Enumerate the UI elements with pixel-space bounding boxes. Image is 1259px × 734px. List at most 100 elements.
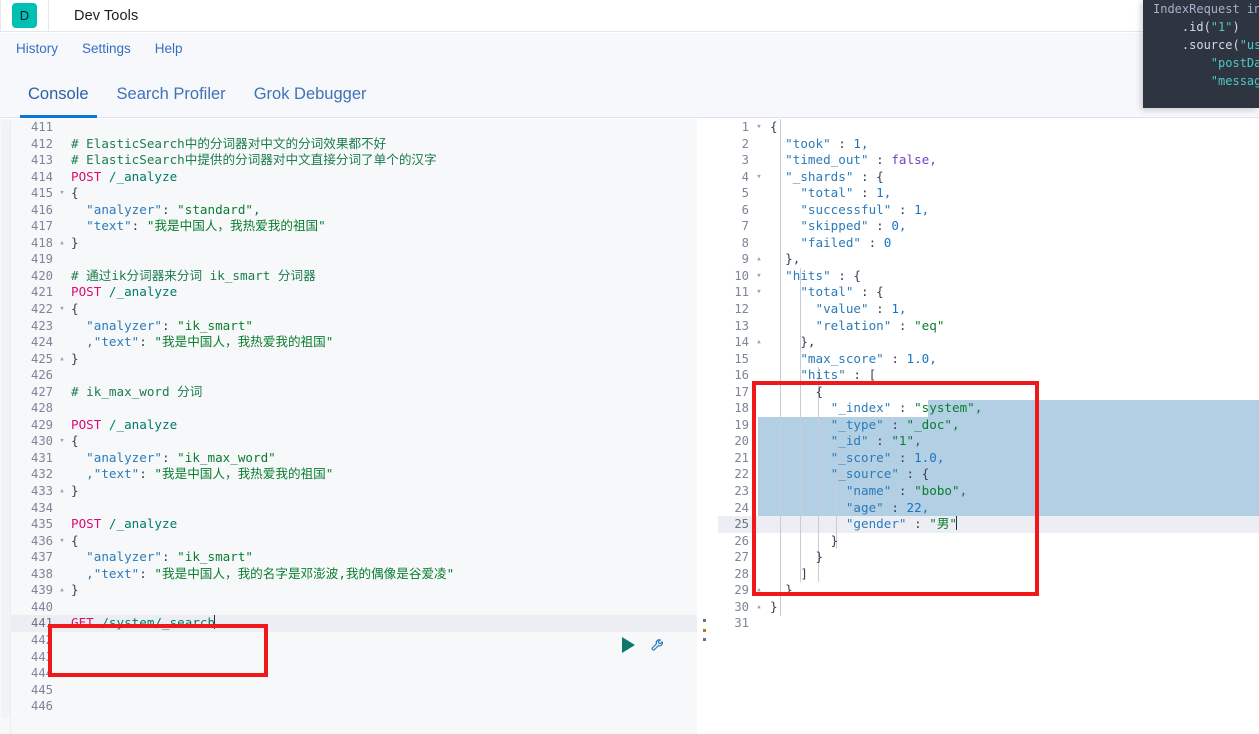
app-logo[interactable]: D [1,0,48,32]
code-line[interactable]: 442 [11,632,697,649]
code-line[interactable]: 414 POST /_analyze [11,169,697,186]
code-line[interactable]: 444 [11,665,697,682]
pane-resize-handle[interactable] [701,619,708,641]
code-line[interactable]: 2 "took" : 1, [718,136,1259,153]
code-line[interactable]: 426 [11,367,697,384]
code-line[interactable]: 30 ▴} [718,599,1259,616]
code-line[interactable]: 424 ,"text": "我是中国人，我热爱我的祖国" [11,334,697,351]
fold-expand-icon[interactable]: ▴ [754,251,764,268]
tab-console[interactable]: Console [14,85,103,118]
fold-expand-icon[interactable]: ▴ [754,334,764,351]
fold-collapse-icon[interactable]: ▾ [57,433,67,450]
code-line[interactable]: 419 [11,251,697,268]
fold-collapse-icon[interactable]: ▾ [57,301,67,318]
request-editor-pane[interactable]: 411 412 # ElasticSearch中的分词器对中文的分词效果都不好 413… [11,119,697,734]
code-line[interactable]: 25 "gender" : "男" [718,516,1259,533]
code-line[interactable]: 446 [11,698,697,715]
fold-collapse-icon[interactable]: ▾ [57,533,67,550]
code-line[interactable]: 421 POST /_analyze [11,284,697,301]
code-line[interactable]: 3 "timed_out" : false, [718,152,1259,169]
code-line[interactable]: 440 [11,599,697,616]
play-icon[interactable] [622,636,635,653]
code-line[interactable]: 418 ▴} [11,235,697,252]
code-line[interactable]: 411 [11,119,697,136]
code-line[interactable]: 4 ▾ "_shards" : { [718,169,1259,186]
code-line[interactable]: 12 "value" : 1, [718,301,1259,318]
code-line[interactable]: 28 ] [718,566,1259,583]
response-viewer-pane[interactable]: 1 ▾{2 "took" : 1, 3 "timed_out" : false, 4 ▾… [718,119,1259,734]
menu-item-help[interactable]: Help [155,33,183,65]
code-line[interactable]: 428 [11,400,697,417]
fold-expand-icon[interactable]: ▴ [57,483,67,500]
code-line[interactable]: 29 ▴ } [718,582,1259,599]
code-line[interactable]: 420 # 通过ik分词器来分词 ik_smart 分词器 [11,268,697,285]
code-line[interactable]: 416 "analyzer": "standard", [11,202,697,219]
code-line[interactable]: 443 [11,649,697,666]
code-line[interactable]: 436 ▾{ [11,533,697,550]
code-line[interactable]: 11 ▾ "total" : { [718,284,1259,301]
tab-grok-debugger[interactable]: Grok Debugger [240,85,381,117]
code-line[interactable]: 9 ▴ }, [718,251,1259,268]
code-line[interactable]: 8 "failed" : 0 [718,235,1259,252]
wrench-icon[interactable] [650,636,667,653]
code-line[interactable]: 5 "total" : 1, [718,185,1259,202]
code-line[interactable]: 23 "name" : "bobo", [718,483,1259,500]
code-line[interactable]: 433 ▴} [11,483,697,500]
code-line[interactable]: 435 POST /_analyze [11,516,697,533]
fold-expand-icon[interactable]: ▴ [57,351,67,368]
code-line[interactable]: 438 ,"text": "我是中国人，我的名字是邓澎波,我的偶像是谷爱凌" [11,566,697,583]
menu-item-settings[interactable]: Settings [82,33,131,65]
code-line[interactable]: 14 ▴ }, [718,334,1259,351]
code-line[interactable]: 26 } [718,533,1259,550]
fold-expand-icon[interactable]: ▴ [57,582,67,599]
code-line[interactable]: 21 "_score" : 1.0, [718,450,1259,467]
code-line[interactable]: 415 ▾{ [11,185,697,202]
code-line[interactable]: 7 "skipped" : 0, [718,218,1259,235]
code-line[interactable]: 24 "age" : 22, [718,500,1259,517]
code-line[interactable]: 427 # ik_max_word 分词 [11,384,697,401]
code-line[interactable]: 430 ▾{ [11,433,697,450]
code-line[interactable]: 431 "analyzer": "ik_max_word" [11,450,697,467]
code-line[interactable]: 17 { [718,384,1259,401]
fold-expand-icon[interactable]: ▴ [57,235,67,252]
code-line[interactable]: 10 ▾ "hits" : { [718,268,1259,285]
line-number: 445 [30,682,53,697]
code-line[interactable]: 441 GET /system/_search [11,615,697,632]
code-line[interactable]: 412 # ElasticSearch中的分词器对中文的分词效果都不好 [11,136,697,153]
code-line[interactable]: 425 ▴} [11,351,697,368]
code-line[interactable]: 22 "_source" : { [718,466,1259,483]
fold-collapse-icon[interactable]: ▾ [754,284,764,301]
code-line[interactable]: 6 "successful" : 1, [718,202,1259,219]
code-line[interactable]: 417 "text": "我是中国人，我热爱我的祖国" [11,218,697,235]
tab-search-profiler[interactable]: Search Profiler [103,85,240,117]
code-line[interactable]: 445 [11,682,697,699]
code-line[interactable]: 439 ▴} [11,582,697,599]
code-line[interactable]: 437 "analyzer": "ik_smart" [11,549,697,566]
code-line[interactable]: 15 "max_score" : 1.0, [718,351,1259,368]
code-line[interactable]: 423 "analyzer": "ik_smart" [11,318,697,335]
fold-collapse-icon[interactable]: ▾ [754,268,764,285]
code-line[interactable]: 20 "_id" : "1", [718,433,1259,450]
code-line[interactable]: 31 [718,615,1259,632]
fold-collapse-icon[interactable]: ▾ [754,119,764,136]
menu-bar: History Settings Help [0,33,1259,65]
code-line[interactable]: 13 "relation" : "eq" [718,318,1259,335]
code-line[interactable]: 413 # ElasticSearch中提供的分词器对中文直接分词了单个的汉字 [11,152,697,169]
fold-collapse-icon[interactable]: ▾ [57,185,67,202]
code-line[interactable]: 1 ▾ { [718,119,1259,136]
code-line[interactable]: 18 "_index" : "system", [718,400,1259,417]
code-line[interactable]: 429 POST /_analyze [11,417,697,434]
line-number: 27 [734,550,749,565]
menu-item-history[interactable]: History [16,33,58,65]
scrollbar-thumb[interactable] [1,119,10,719]
editor-vertical-scrollbar[interactable] [0,119,11,734]
code-line[interactable]: 422 ▾{ [11,301,697,318]
fold-expand-icon[interactable]: ▴ [754,599,764,616]
code-line[interactable]: 19 "_type" : "_doc", [718,417,1259,434]
code-line[interactable]: 16 "hits" : [ [718,367,1259,384]
fold-expand-icon[interactable]: ▴ [754,582,764,599]
code-line[interactable]: 432 ,"text": "我是中国人，我热爱我的祖国" [11,466,697,483]
code-line[interactable]: 434 [11,500,697,517]
code-line[interactable]: 27 } [718,549,1259,566]
fold-collapse-icon[interactable]: ▾ [754,169,764,186]
